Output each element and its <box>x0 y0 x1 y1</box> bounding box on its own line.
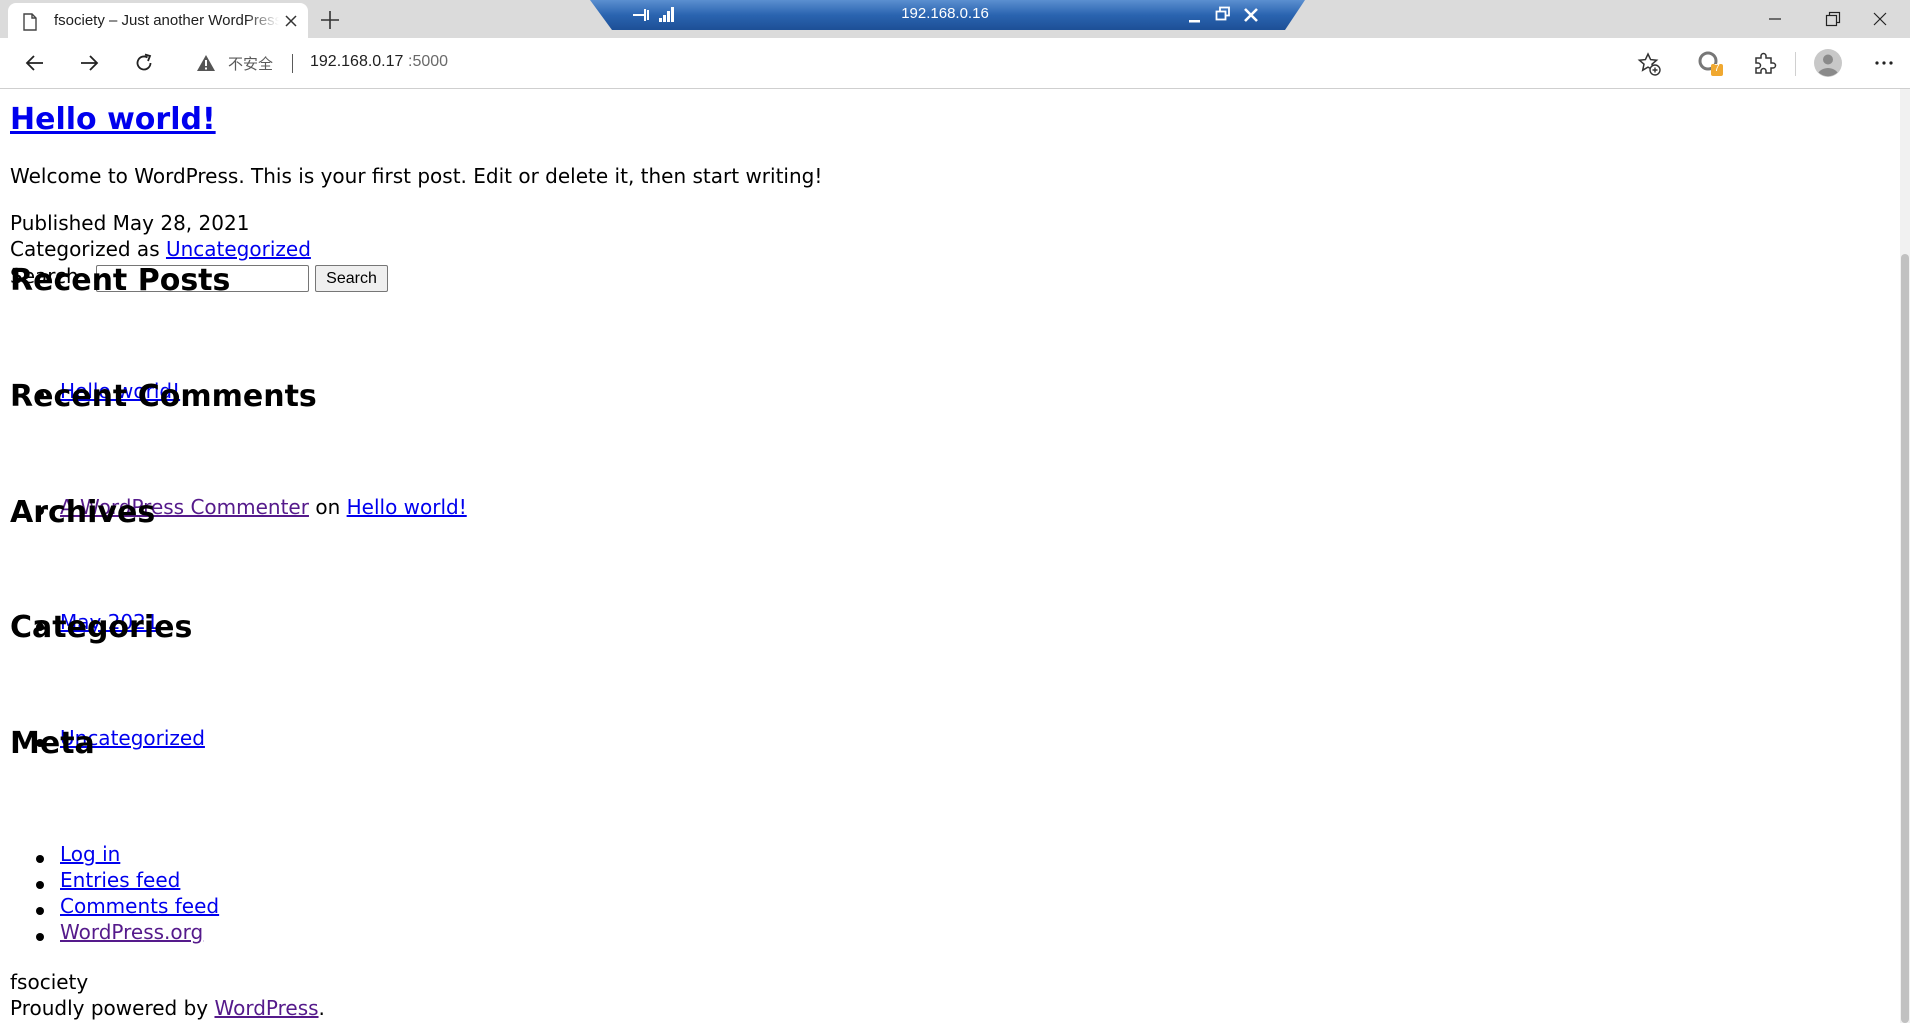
forward-button[interactable] <box>72 46 106 80</box>
not-secure-label[interactable]: 不安全 <box>228 53 273 74</box>
post-published: Published May 28, 2021 <box>10 211 249 235</box>
category-link[interactable]: Uncategorized <box>166 237 311 261</box>
remote-host-title: 192.168.0.16 <box>901 5 989 22</box>
extensions-button[interactable] <box>1750 48 1780 78</box>
list-bullet <box>36 933 44 941</box>
tab-title: fsociety – Just another WordPress site <box>54 12 279 29</box>
scrollbar-thumb[interactable] <box>1901 254 1909 1023</box>
collections-badge: 7 <box>1714 63 1720 74</box>
meta-title: Meta <box>10 726 95 761</box>
rdp-close-icon[interactable] <box>1243 7 1259 23</box>
list-item: Comments feed <box>60 894 219 918</box>
recent-posts-title: Recent Posts <box>10 263 231 298</box>
list-item: WordPress.org <box>60 920 203 944</box>
window-minimize-button[interactable] <box>1747 0 1805 38</box>
minimize-icon <box>1769 18 1781 20</box>
close-tab-icon[interactable] <box>282 12 300 30</box>
categories-title: Categories <box>10 610 193 645</box>
warning-icon[interactable] <box>196 54 216 72</box>
published-label: Published <box>10 211 107 235</box>
remote-desktop-bar: 192.168.0.16 <box>590 0 1305 30</box>
window-close-button[interactable] <box>1852 0 1910 38</box>
post-category: Categorized as Uncategorized <box>10 237 311 261</box>
comment-post-link[interactable]: Hello world! <box>347 495 467 519</box>
more-icon <box>1875 61 1893 65</box>
url-host[interactable]: 192.168.0.17 <box>310 53 403 71</box>
avatar-icon <box>1814 49 1842 77</box>
footer-powered-by: Proudly powered by WordPress. <box>10 996 325 1020</box>
comments-feed-link[interactable]: Comments feed <box>60 894 219 918</box>
comment-connector: on <box>315 495 341 519</box>
rdp-restore-icon[interactable] <box>1215 6 1231 22</box>
wordpress-link[interactable]: WordPress <box>214 996 318 1020</box>
post-title-link[interactable]: Hello world! <box>10 102 216 137</box>
back-arrow-icon <box>25 55 43 71</box>
toolbar-separator <box>1795 52 1796 76</box>
refresh-button[interactable] <box>127 46 161 80</box>
puzzle-icon <box>1755 52 1777 74</box>
archives-title: Archives <box>10 495 156 530</box>
footer-site-name: fsociety <box>10 970 89 994</box>
page-icon <box>23 13 37 31</box>
back-button[interactable] <box>18 46 52 80</box>
categorized-label: Categorized as <box>10 237 160 261</box>
browser-tab[interactable]: fsociety – Just another WordPress site <box>8 3 308 38</box>
list-bullet <box>36 855 44 863</box>
powered-label: Proudly powered by <box>10 996 209 1020</box>
web-page: Hello world! Welcome to WordPress. This … <box>0 89 1900 1023</box>
wordpress-org-link[interactable]: WordPress.org <box>60 920 203 944</box>
restore-icon <box>1825 11 1841 27</box>
page-scrollbar[interactable] <box>1900 89 1910 1023</box>
screen: fsociety – Just another WordPress site <box>0 0 1910 1023</box>
forward-arrow-icon <box>81 55 99 71</box>
post-title: Hello world! <box>10 102 216 137</box>
add-favorite-icon[interactable] <box>1637 52 1661 76</box>
pin-icon[interactable] <box>632 7 650 23</box>
tab-strip: fsociety – Just another WordPress site <box>0 0 1910 38</box>
list-item: Entries feed <box>60 868 180 892</box>
search-button[interactable]: Search <box>315 265 388 292</box>
login-link[interactable]: Log in <box>60 842 120 866</box>
list-item: Log in <box>60 842 120 866</box>
url-port[interactable]: :5000 <box>408 53 448 71</box>
list-bullet <box>36 881 44 889</box>
address-separator <box>292 54 293 73</box>
address-bar[interactable]: 不安全 192.168.0.17 :5000 <box>180 44 1677 82</box>
browser-toolbar: 不安全 192.168.0.17 :5000 7 <box>0 38 1910 89</box>
powered-suffix: . <box>318 996 325 1020</box>
published-date: May 28, 2021 <box>112 211 250 235</box>
settings-menu-button[interactable] <box>1870 48 1900 78</box>
rdp-minimize-icon[interactable] <box>1187 8 1203 24</box>
post-excerpt: Welcome to WordPress. This is your first… <box>10 164 823 188</box>
list-bullet <box>36 907 44 915</box>
new-tab-icon[interactable] <box>318 9 342 31</box>
collections-button[interactable]: 7 <box>1695 48 1725 78</box>
close-icon <box>1873 12 1887 26</box>
recent-comments-title: Recent Comments <box>10 379 317 414</box>
entries-feed-link[interactable]: Entries feed <box>60 868 180 892</box>
refresh-icon <box>136 53 152 71</box>
profile-button[interactable] <box>1813 48 1843 78</box>
connection-signal-icon <box>659 7 674 22</box>
